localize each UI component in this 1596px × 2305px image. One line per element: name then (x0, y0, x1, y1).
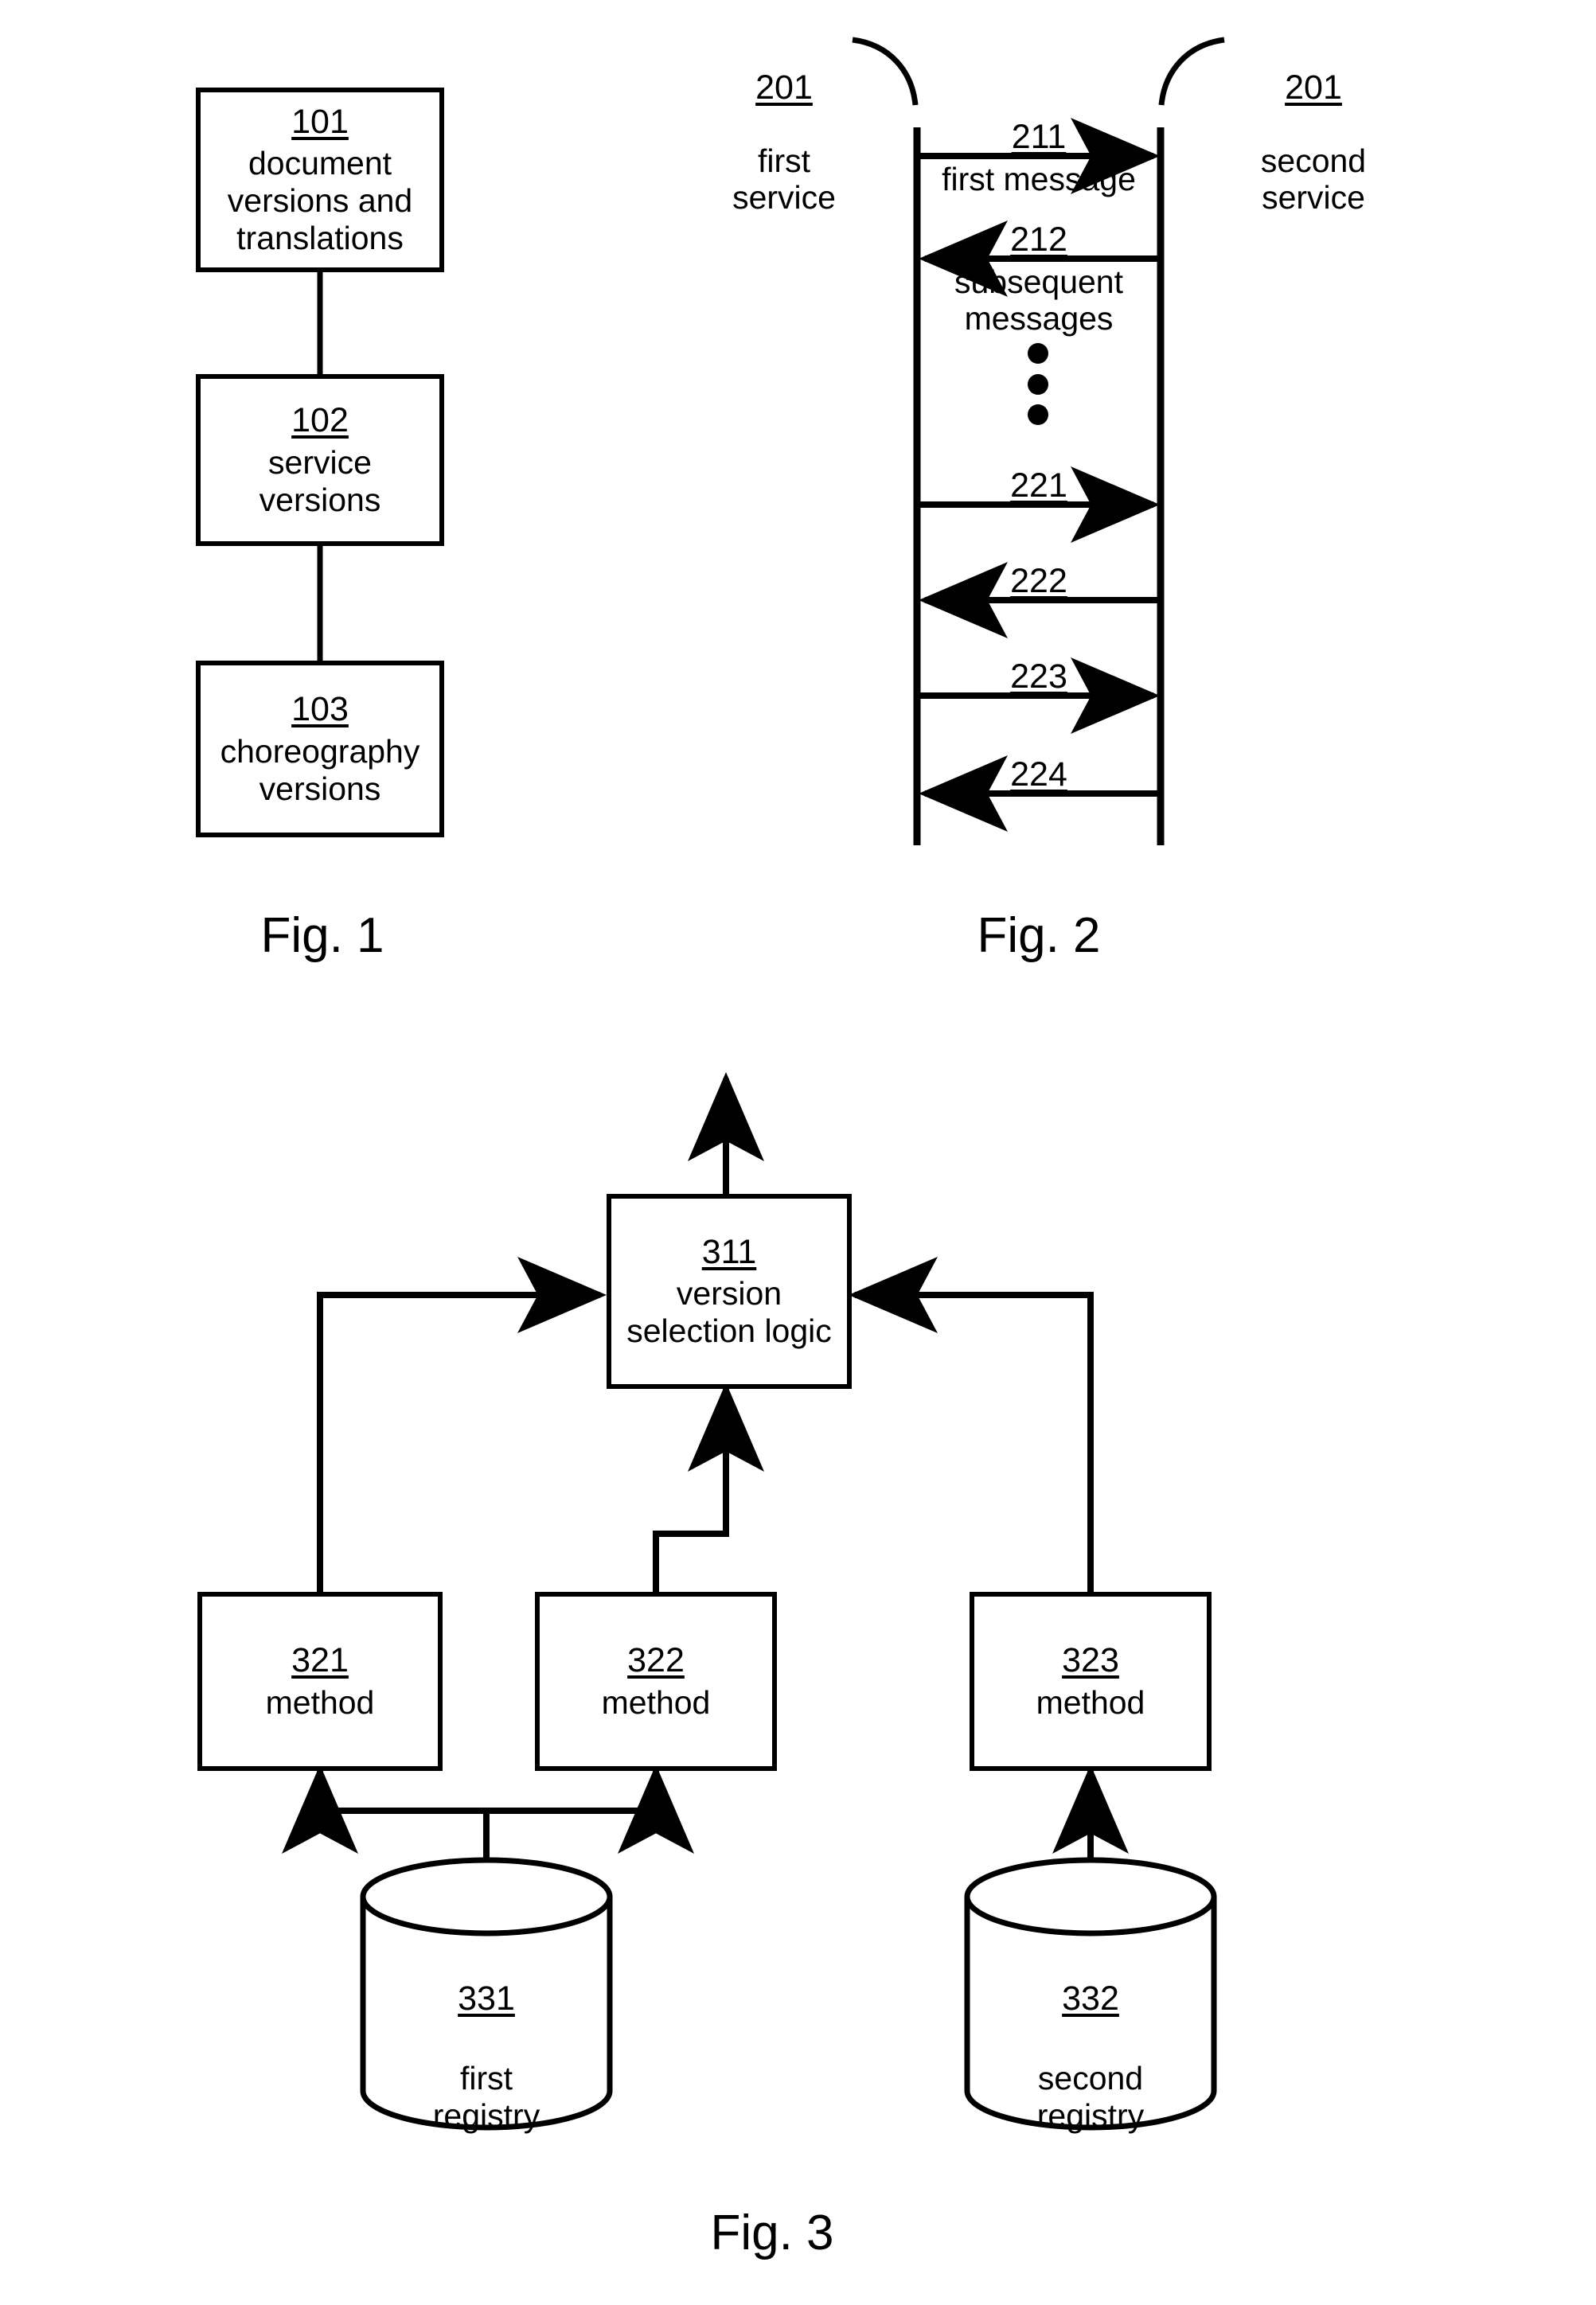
fig2-msg-222-ref: 222 (1010, 562, 1067, 600)
fig3-connector-331-to-322 (486, 1765, 694, 1854)
fig2-ellipsis-dots (1028, 343, 1048, 425)
fig1-box-103-label: choreography versions (220, 732, 420, 807)
fig1-box-103-ref: 103 (291, 690, 349, 729)
fig2-msg-223-ref: 223 (1010, 657, 1067, 696)
fig3-connector-321-311 (317, 1257, 607, 1592)
fig2-actor-first-ref: 201 (755, 68, 813, 107)
fig3-caption: Fig. 3 (710, 2206, 834, 2260)
cylinder-331-caption: 331 first registry (363, 1942, 610, 2135)
fig2-actor-second-label: second service (1260, 142, 1367, 216)
fig2-msg-212-ref: 212 (1010, 220, 1067, 259)
fig1-box-102-ref: 102 (291, 401, 349, 440)
fig3-box-322-label: method (601, 1683, 711, 1721)
fig2-msg-221-ref: 221 (1010, 466, 1067, 505)
fig3-box-321-ref: 321 (291, 1641, 349, 1680)
fig2-msg-212-label: subsequent messages (954, 263, 1123, 337)
fig3-box-311-label: version selection logic (626, 1275, 832, 1350)
fig1-caption: Fig. 1 (260, 908, 384, 963)
fig1-box-102-label: service versions (259, 443, 381, 518)
fig2-actor-second: 201 second service (1218, 32, 1409, 216)
fig3-box-322-ref: 322 (627, 1641, 685, 1680)
fig2-msg-211-ref: 211 (1011, 118, 1067, 156)
fig2-leader-curve-right (1158, 37, 1225, 106)
fig2-msg-224-ref: 224 (1010, 755, 1067, 794)
cylinder-332-label: second registry (1036, 2059, 1145, 2134)
connector-layer (282, 37, 1225, 2131)
fig3-box-323-label: method (1036, 1683, 1145, 1721)
cylinder-332: 332 second registry (967, 1942, 1214, 2134)
fig3-connector-323-311 (849, 1257, 1094, 1592)
fig3-box-322: 322 method (535, 1592, 777, 1771)
cylinder-331-label: first registry (432, 2059, 540, 2134)
fig1-box-102: 102 service versions (196, 374, 444, 546)
fig3-connector-331-bus (282, 1765, 490, 1859)
fig2-actor-first: 201 first service (700, 32, 868, 216)
cylinder-332-caption: 332 second registry (967, 1942, 1214, 2135)
fig3-box-321: 321 method (197, 1592, 443, 1771)
figure-sheet: 101 document versions and translations 1… (0, 0, 1596, 2305)
fig3-connector-322-311 (653, 1383, 764, 1592)
fig1-box-101: 101 document versions and translations (196, 88, 444, 272)
fig3-box-321-label: method (265, 1683, 375, 1721)
cylinder-332-ref: 332 (1062, 1979, 1119, 2018)
fig1-box-101-ref: 101 (291, 102, 349, 141)
fig1-box-103: 103 choreography versions (196, 661, 444, 837)
fig3-box-323-ref: 323 (1062, 1641, 1119, 1680)
cylinder-331: 331 first registry (363, 1942, 610, 2134)
cylinder-331-ref: 331 (458, 1979, 515, 2018)
fig1-box-101-label: document versions and translations (227, 145, 413, 257)
fig3-box-323: 323 method (970, 1592, 1212, 1771)
fig2-actor-second-ref: 201 (1285, 68, 1342, 107)
fig3-box-311-ref: 311 (701, 1232, 757, 1271)
fig2-caption: Fig. 2 (977, 908, 1101, 963)
fig2-actor-first-label: first service (732, 142, 836, 216)
fig3-box-311: 311 version selection logic (607, 1194, 852, 1389)
fig2-msg-211-label: first message (942, 161, 1136, 197)
